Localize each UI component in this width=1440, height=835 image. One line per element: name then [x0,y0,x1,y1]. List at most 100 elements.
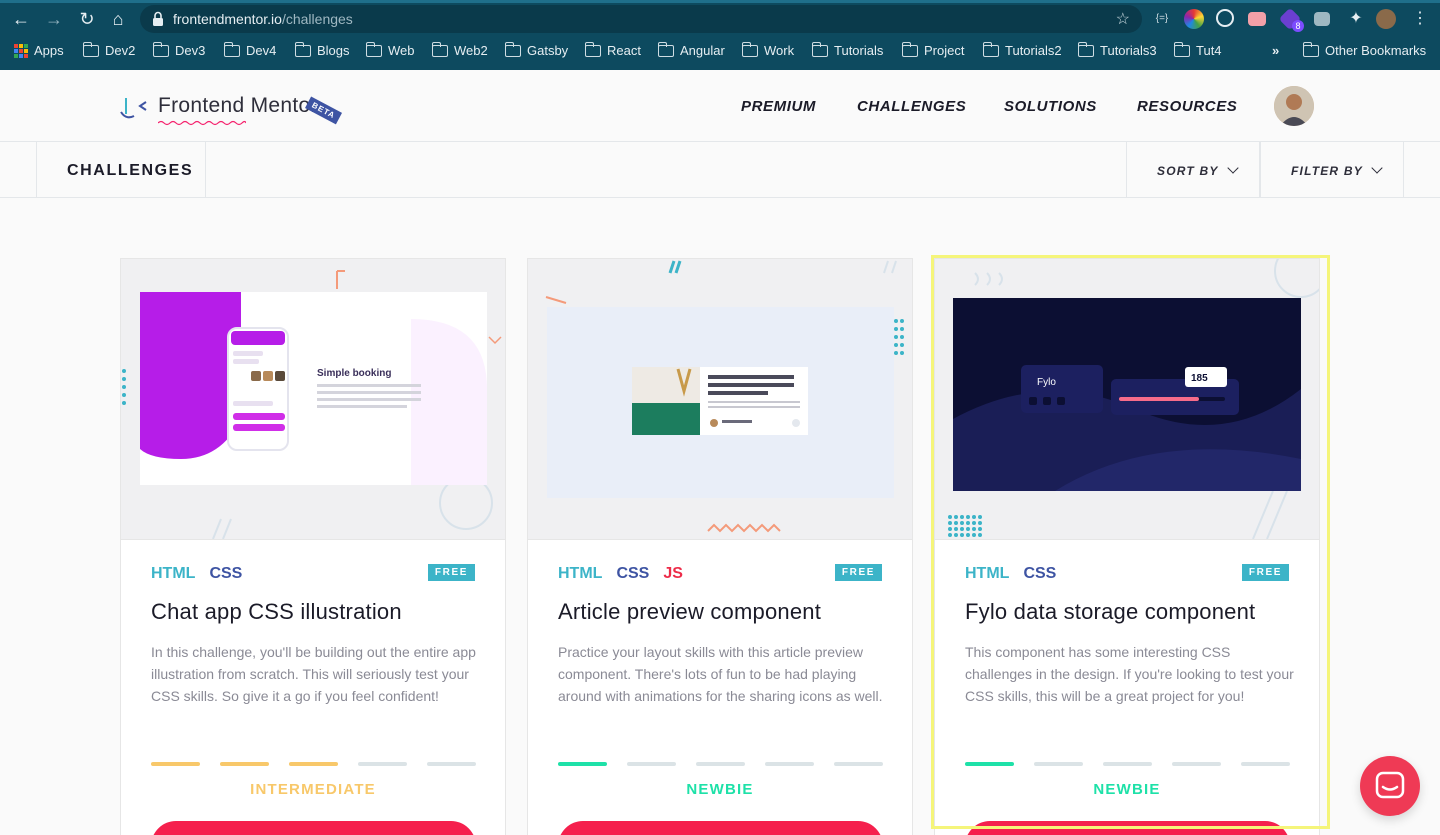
logo-text: Frontend Mentor [158,94,318,117]
chat-app-preview-illustration: Simple booking [122,270,502,539]
address-bar[interactable]: frontendmentor.io/challenges ☆ [140,5,1142,33]
bookmark-folder[interactable]: Tut4 [1173,41,1222,58]
bookmark-folder[interactable]: Dev3 [152,41,205,58]
browser-accent [0,0,1440,3]
extension-badge: 8 [1292,20,1304,32]
site-logo[interactable]: Frontend Mentor BETA [120,90,343,126]
filter-dropdown[interactable]: FILTER BY [1291,162,1383,178]
tag-css: CSS [616,565,650,582]
avatar[interactable] [1274,86,1314,126]
bookmark-folder[interactable]: React [584,41,641,58]
bookmark-folder[interactable]: Work [741,41,794,58]
start-challenge-button[interactable] [151,821,476,835]
menu-kebab-icon[interactable]: ⋮ [1410,9,1430,29]
extension-icon[interactable]: {=} [1152,9,1172,29]
difficulty-segment [1103,762,1152,766]
card-title[interactable]: Article preview component [558,599,821,625]
nav-premium[interactable]: PREMIUM [741,98,816,115]
free-badge: FREE [1241,564,1289,581]
nav-resources[interactable]: RESOURCES [1137,98,1237,115]
difficulty-label: INTERMEDIATE [250,781,376,798]
challenge-card[interactable]: Fylo 185 HTML CSS FREE Fylo data storage… [934,258,1320,835]
bookmark-folder[interactable]: Blogs [294,41,350,58]
tag-list: HTML CSS JS [558,565,683,583]
extension-icon[interactable] [1248,12,1266,26]
difficulty-segment [1034,762,1083,766]
folder-icon [741,41,758,57]
nav-challenges[interactable]: CHALLENGES [857,98,966,115]
lock-icon [153,11,163,26]
folder-icon [982,41,999,57]
other-bookmarks[interactable]: Other Bookmarks [1302,41,1426,58]
preview-stat: 185 [1191,373,1208,384]
puzzle-icon[interactable]: ✦ [1346,9,1366,29]
tag-list: HTML CSS [151,565,242,583]
screenshot-extension-icon[interactable] [1314,12,1330,26]
tag-js: JS [663,565,683,582]
card-title[interactable]: Fylo data storage component [965,599,1255,625]
difficulty-segment [1172,762,1221,766]
filter-bar: CHALLENGES SORT BY FILTER BY [0,142,1440,198]
folder-icon [811,41,828,57]
home-icon[interactable]: ⌂ [107,8,129,30]
challenge-card[interactable]: HTML CSS JS FREE Article preview compone… [527,258,913,835]
tag-html: HTML [151,565,196,582]
card-title[interactable]: Chat app CSS illustration [151,599,402,625]
reload-icon[interactable]: ↻ [76,8,98,30]
bookmark-folder[interactable]: Dev4 [223,41,276,58]
browser-toolbar: ← → ↻ ⌂ frontendmentor.io/challenges ☆ {… [0,0,1440,70]
tag-html: HTML [558,565,603,582]
bookmark-apps[interactable]: Apps [14,43,64,58]
free-badge: FREE [427,564,475,581]
card-description: In this challenge, you'll be building ou… [151,644,476,704]
bookmarks-overflow[interactable]: » [1272,43,1279,58]
extension-icon[interactable] [1216,9,1234,27]
sort-dropdown[interactable]: SORT BY [1157,162,1239,178]
forward-icon[interactable]: → [43,8,65,30]
bookmark-folder[interactable]: Angular [657,41,725,58]
tag-css: CSS [1023,565,1057,582]
difficulty-segment [289,762,338,766]
folder-icon [223,41,240,57]
folder-icon [584,41,601,57]
bookmark-folder[interactable]: Tutorials2 [982,41,1062,58]
chevron-down-icon [1226,162,1239,174]
difficulty-meter [965,762,1290,766]
difficulty-meter [558,762,883,766]
bookmark-folder[interactable]: Gatsby [504,41,568,58]
logo-mark-icon [120,98,147,119]
bookmark-folder[interactable]: Web2 [431,41,488,58]
bookmark-folder[interactable]: Dev2 [82,41,135,58]
beta-badge: BETA [305,96,343,125]
difficulty-label: NEWBIE [1093,781,1161,798]
support-chat-button[interactable] [1360,756,1420,816]
nav-solutions[interactable]: SOLUTIONS [1004,98,1097,115]
challenge-card[interactable]: Simple booking HTML CSS FREE Chat app CS… [120,258,506,835]
page-title: CHALLENGES [67,162,194,179]
folder-icon [1077,41,1094,57]
bookmark-star-icon[interactable]: ☆ [1116,9,1130,29]
profile-icon[interactable] [1376,9,1396,29]
bookmark-folder[interactable]: Tutorials [811,41,883,58]
color-picker-extension-icon[interactable] [1184,9,1204,29]
bookmark-folder[interactable]: Tutorials3 [1077,41,1157,58]
start-challenge-button[interactable] [965,821,1290,835]
bookmark-folder[interactable]: Web [365,41,415,58]
bookmark-folder[interactable]: Project [901,41,964,58]
bookmarks-bar: Apps Dev2 Dev3 Dev4 Blogs Web Web2 Gatsb… [0,38,1440,64]
folder-icon [82,41,99,57]
difficulty-label: NEWBIE [686,781,754,798]
folder-icon [1302,41,1319,57]
difficulty-segment [965,762,1014,766]
folder-icon [431,41,448,57]
card-description: This component has some interesting CSS … [965,644,1294,704]
site-header: Frontend Mentor BETA PREMIUM CHALLENGES … [0,70,1440,142]
back-icon[interactable]: ← [10,8,32,30]
difficulty-segment [834,762,883,766]
url-text: frontendmentor.io/challenges [173,11,353,27]
start-challenge-button[interactable] [558,821,883,835]
apps-grid-icon [14,43,28,58]
difficulty-segment [427,762,476,766]
difficulty-segment [765,762,814,766]
article-preview-illustration [545,260,904,533]
